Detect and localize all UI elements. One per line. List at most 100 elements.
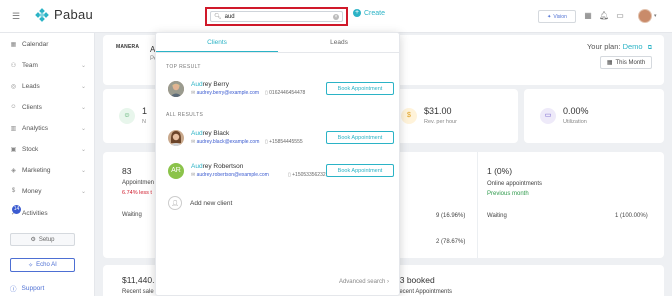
- search-input[interactable]: 🔍︎ aud ×: [210, 11, 343, 22]
- client-name[interactable]: Audrey Black: [191, 130, 229, 137]
- sidebar-item-marketing[interactable]: ◈ Marketing ⌄: [10, 164, 86, 176]
- sidebar-item-leads[interactable]: ◎ Leads ⌄: [10, 80, 86, 92]
- team-icon: ⚇: [10, 62, 17, 69]
- sales-value: $11,440.: [122, 275, 155, 285]
- top-bar: ☰ Pabau 🔍︎ aud × + Create ✦ Vision ▦ 🔔︎ …: [0, 0, 672, 33]
- sparkle-icon: ✧: [28, 262, 34, 269]
- clear-search-icon[interactable]: ×: [333, 13, 339, 20]
- list-item[interactable]: Audrey Black ✉ audrey.black@example.com …: [168, 128, 394, 150]
- setup-label: Setup: [38, 236, 55, 243]
- sidebar-item-activities[interactable]: ✓ Activities: [10, 207, 86, 219]
- recent-appointments-card: 83 booked Recent Appointments: [385, 265, 664, 296]
- chevron-down-icon: ⌄: [80, 62, 86, 69]
- vision-label: Vision: [553, 13, 567, 20]
- user-add-icon: 👤︎: [168, 196, 182, 210]
- chevron-down-icon: ⌄: [80, 125, 86, 132]
- sidebar-item-stock[interactable]: ▣ Stock ⌄: [10, 143, 86, 155]
- previous-month-label: Previous month: [487, 191, 529, 197]
- date-range-button[interactable]: ▦ This Month: [600, 56, 652, 69]
- company-logo: MANERA: [116, 44, 139, 51]
- create-label: Create: [364, 9, 386, 17]
- sales-label: Recent sale: [122, 289, 154, 295]
- book-appointment-button[interactable]: Book Appointment: [326, 164, 394, 177]
- pabau-logo-icon: [35, 7, 49, 22]
- calendar-icon: ▦: [606, 60, 613, 66]
- money-icon: $: [11, 188, 16, 194]
- client-email: ✉ audrey.berry@example.com: [191, 90, 260, 96]
- company-logo-text: MANERA: [116, 44, 140, 50]
- gear-icon: ⚙: [30, 237, 36, 243]
- chevron-down-icon: ⌄: [80, 188, 86, 195]
- online-appointments-count: 1 (0%): [487, 166, 513, 176]
- stat-label: N: [142, 119, 146, 125]
- client-phone: ▯ +15053356232: [288, 172, 326, 178]
- waiting-value: 1 (100.00%): [615, 213, 648, 219]
- stat-value: 0.00%: [563, 106, 589, 116]
- store-icon[interactable]: ▭: [615, 11, 625, 21]
- hamburger-menu-icon[interactable]: ☰: [12, 11, 20, 22]
- book-appointment-button[interactable]: Book Appointment: [326, 82, 394, 95]
- stat-value: $31.00: [424, 106, 452, 116]
- list-item[interactable]: Audrey Berry ✉ audrey.berry@example.com …: [168, 79, 394, 101]
- sidebar-item-label: Activities: [22, 209, 48, 217]
- tab-leads[interactable]: Leads: [278, 33, 400, 52]
- client-phone: ▯ +15854445555: [265, 139, 303, 145]
- sidebar-item-label: Team: [22, 61, 38, 69]
- sidebar-item-label: Calendar: [22, 40, 49, 48]
- plus-icon: +: [353, 9, 361, 17]
- stat-label: Utilization: [563, 119, 587, 125]
- all-results-title: ALL RESULTS: [166, 112, 204, 118]
- sidebar-item-analytics[interactable]: ▥ Analytics ⌄: [10, 122, 86, 134]
- users-icon: ☺: [119, 108, 135, 124]
- support-link[interactable]: ⓘ Support: [10, 283, 44, 294]
- client-phone: ▯ 0162446454478: [265, 90, 306, 96]
- echo-label: Echo AI: [36, 262, 57, 268]
- top-result-title: TOP RESULT: [166, 64, 201, 70]
- activities-count-badge: 14: [12, 205, 21, 214]
- appointments-count: 83: [122, 166, 132, 176]
- chevron-down-icon: ⌄: [80, 167, 86, 174]
- sidebar-item-label: Leads: [22, 82, 40, 90]
- search-value[interactable]: aud: [225, 14, 330, 20]
- sidebar-item-clients[interactable]: ☺ Clients ⌄: [10, 101, 86, 113]
- calendar-icon: ▦: [10, 41, 17, 48]
- sidebar-item-calendar[interactable]: ▦ Calendar: [10, 38, 86, 50]
- bell-icon[interactable]: 🔔︎: [599, 11, 609, 21]
- brand-logo[interactable]: Pabau: [35, 7, 93, 22]
- chevron-down-icon: ⌄: [80, 146, 86, 153]
- waiting-label: Waiting: [122, 212, 142, 218]
- client-initials-avatar: AR: [168, 163, 184, 179]
- advanced-search-link[interactable]: Advanced search ›: [339, 279, 389, 285]
- user-avatar[interactable]: [638, 9, 652, 23]
- calendar-icon[interactable]: ▦: [583, 11, 593, 21]
- sparkle-icon: ✦: [547, 13, 552, 20]
- tab-clients[interactable]: Clients: [156, 33, 278, 52]
- sidebar-item-label: Clients: [22, 103, 42, 111]
- book-appointment-button[interactable]: Book Appointment: [326, 131, 394, 144]
- online-appointments-label: Online appointments: [487, 181, 543, 187]
- client-avatar: [168, 130, 184, 146]
- chevron-down-icon[interactable]: ▾: [654, 13, 657, 19]
- sidebar-item-money[interactable]: $ Money ⌄: [10, 185, 86, 197]
- row-value: 2 (78.67%): [436, 239, 466, 245]
- tab-divider: [156, 52, 399, 53]
- echo-ai-button[interactable]: ✧ Echo AI: [10, 258, 75, 272]
- sidebar-item-label: Analytics: [22, 124, 49, 132]
- setup-button[interactable]: ⚙ Setup: [10, 233, 75, 246]
- vision-button[interactable]: ✦ Vision: [538, 10, 576, 23]
- appointments-label: Appointmen: [122, 180, 155, 186]
- client-name[interactable]: Audrey Robertson: [191, 163, 243, 170]
- external-link-icon[interactable]: ⧉: [648, 45, 652, 51]
- plan-prefix: Your plan:: [586, 42, 621, 51]
- stat-value: 1: [142, 106, 148, 116]
- stat-card: ▭ 0.00% Utilization: [524, 89, 664, 143]
- plan-link[interactable]: Demo: [623, 42, 643, 51]
- chevron-down-icon: ⌄: [80, 104, 86, 111]
- brand-name: Pabau: [54, 7, 94, 22]
- sidebar-item-team[interactable]: ⚇ Team ⌄: [10, 59, 86, 71]
- add-new-client-button[interactable]: 👤︎ Add new client: [168, 196, 232, 210]
- waiting-value: 9 (16.96%): [436, 213, 466, 219]
- create-button[interactable]: + Create: [353, 9, 385, 17]
- client-name[interactable]: Audrey Berry: [191, 81, 229, 88]
- list-item[interactable]: AR Audrey Robertson ✉ audrey.robertson@e…: [168, 161, 394, 183]
